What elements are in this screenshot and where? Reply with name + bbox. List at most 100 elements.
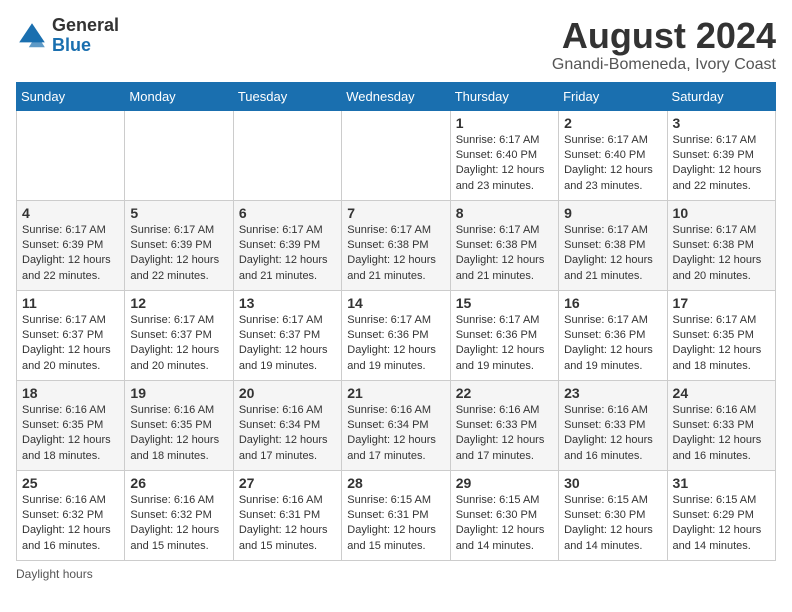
title-area: August 2024 Gnandi-Bomeneda, Ivory Coast xyxy=(552,16,776,74)
calendar-cell: 23 Sunrise: 6:16 AM Sunset: 6:33 PM Dayli… xyxy=(559,380,667,470)
day-info: Sunrise: 6:17 AM Sunset: 6:36 PM Dayligh… xyxy=(456,313,553,375)
day-info: Sunrise: 6:17 AM Sunset: 6:37 PM Dayligh… xyxy=(130,313,227,375)
day-info: Sunrise: 6:16 AM Sunset: 6:35 PM Dayligh… xyxy=(130,403,227,465)
calendar-cell: 25 Sunrise: 6:16 AM Sunset: 6:32 PM Dayli… xyxy=(17,470,125,560)
calendar-body: 1 Sunrise: 6:17 AM Sunset: 6:40 PM Daylig… xyxy=(17,110,776,560)
day-number: 7 xyxy=(347,205,444,221)
calendar-week-4: 25 Sunrise: 6:16 AM Sunset: 6:32 PM Dayli… xyxy=(17,470,776,560)
header-cell-friday: Friday xyxy=(559,82,667,110)
day-info: Sunrise: 6:15 AM Sunset: 6:29 PM Dayligh… xyxy=(673,493,770,555)
day-number: 24 xyxy=(673,385,770,401)
day-number: 23 xyxy=(564,385,661,401)
day-info: Sunrise: 6:15 AM Sunset: 6:30 PM Dayligh… xyxy=(456,493,553,555)
location-title: Gnandi-Bomeneda, Ivory Coast xyxy=(552,56,776,74)
calendar-cell: 3 Sunrise: 6:17 AM Sunset: 6:39 PM Daylig… xyxy=(667,110,775,200)
calendar-cell: 6 Sunrise: 6:17 AM Sunset: 6:39 PM Daylig… xyxy=(233,200,341,290)
day-number: 10 xyxy=(673,205,770,221)
day-number: 27 xyxy=(239,475,336,491)
day-info: Sunrise: 6:17 AM Sunset: 6:38 PM Dayligh… xyxy=(564,223,661,285)
day-number: 21 xyxy=(347,385,444,401)
day-number: 1 xyxy=(456,115,553,131)
day-info: Sunrise: 6:17 AM Sunset: 6:40 PM Dayligh… xyxy=(456,133,553,195)
calendar-cell: 26Sunrise: 6:16 AM Sunset: 6:32 PM Dayli… xyxy=(125,470,233,560)
day-info: Sunrise: 6:17 AM Sunset: 6:37 PM Dayligh… xyxy=(22,313,119,375)
day-number: 6 xyxy=(239,205,336,221)
day-number: 30 xyxy=(564,475,661,491)
day-info: Sunrise: 6:16 AM Sunset: 6:32 PM Dayligh… xyxy=(22,493,119,555)
calendar-cell: 12 Sunrise: 6:17 AM Sunset: 6:37 PM Dayli… xyxy=(125,290,233,380)
calendar-cell: 5Sunrise: 6:17 AM Sunset: 6:39 PM Daylig… xyxy=(125,200,233,290)
calendar-cell: 21 Sunrise: 6:16 AM Sunset: 6:34 PM Dayli… xyxy=(342,380,450,470)
calendar-cell: 19 Sunrise: 6:16 AM Sunset: 6:35 PM Dayli… xyxy=(125,380,233,470)
calendar-cell: 22Sunrise: 6:16 AM Sunset: 6:33 PM Dayli… xyxy=(450,380,558,470)
header-cell-tuesday: Tuesday xyxy=(233,82,341,110)
day-number: 25 xyxy=(22,475,119,491)
day-info: Sunrise: 6:16 AM Sunset: 6:34 PM Dayligh… xyxy=(239,403,336,465)
day-number: 2 xyxy=(564,115,661,131)
calendar-cell xyxy=(233,110,341,200)
calendar-cell: 24 Sunrise: 6:16 AM Sunset: 6:33 PM Dayli… xyxy=(667,380,775,470)
day-info: Sunrise: 6:17 AM Sunset: 6:39 PM Dayligh… xyxy=(239,223,336,285)
calendar-week-1: 4 Sunrise: 6:17 AM Sunset: 6:39 PM Daylig… xyxy=(17,200,776,290)
day-info: Sunrise: 6:16 AM Sunset: 6:33 PM Dayligh… xyxy=(673,403,770,465)
calendar-cell: 11 Sunrise: 6:17 AM Sunset: 6:37 PM Dayli… xyxy=(17,290,125,380)
calendar-cell: 30 Sunrise: 6:15 AM Sunset: 6:30 PM Dayli… xyxy=(559,470,667,560)
day-info: Sunrise: 6:17 AM Sunset: 6:39 PM Dayligh… xyxy=(673,133,770,195)
day-number: 13 xyxy=(239,295,336,311)
day-number: 3 xyxy=(673,115,770,131)
day-info: Sunrise: 6:16 AM Sunset: 6:34 PM Dayligh… xyxy=(347,403,444,465)
calendar-table: SundayMondayTuesdayWednesdayThursdayFrid… xyxy=(16,82,776,561)
day-number: 11 xyxy=(22,295,119,311)
day-number: 29 xyxy=(456,475,553,491)
header: General Blue August 2024 Gnandi-Bomeneda… xyxy=(16,16,776,74)
calendar-cell: 17 Sunrise: 6:17 AM Sunset: 6:35 PM Dayli… xyxy=(667,290,775,380)
calendar-cell: 20 Sunrise: 6:16 AM Sunset: 6:34 PM Dayli… xyxy=(233,380,341,470)
header-cell-wednesday: Wednesday xyxy=(342,82,450,110)
day-info: Sunrise: 6:17 AM Sunset: 6:38 PM Dayligh… xyxy=(456,223,553,285)
calendar-cell: 28Sunrise: 6:15 AM Sunset: 6:31 PM Dayli… xyxy=(342,470,450,560)
day-info: Sunrise: 6:17 AM Sunset: 6:38 PM Dayligh… xyxy=(347,223,444,285)
calendar-cell xyxy=(342,110,450,200)
calendar-week-3: 18Sunrise: 6:16 AM Sunset: 6:35 PM Dayli… xyxy=(17,380,776,470)
day-number: 16 xyxy=(564,295,661,311)
month-title: August 2024 xyxy=(552,16,776,56)
footer-note-text: Daylight hours xyxy=(16,567,93,581)
calendar-header-row: SundayMondayTuesdayWednesdayThursdayFrid… xyxy=(17,82,776,110)
logo: General Blue xyxy=(16,16,119,56)
calendar-cell: 14 Sunrise: 6:17 AM Sunset: 6:36 PM Dayli… xyxy=(342,290,450,380)
day-info: Sunrise: 6:17 AM Sunset: 6:36 PM Dayligh… xyxy=(564,313,661,375)
calendar-cell: 18Sunrise: 6:16 AM Sunset: 6:35 PM Dayli… xyxy=(17,380,125,470)
day-number: 28 xyxy=(347,475,444,491)
calendar-cell: 27Sunrise: 6:16 AM Sunset: 6:31 PM Dayli… xyxy=(233,470,341,560)
calendar-cell: 8Sunrise: 6:17 AM Sunset: 6:38 PM Daylig… xyxy=(450,200,558,290)
day-info: Sunrise: 6:17 AM Sunset: 6:36 PM Dayligh… xyxy=(347,313,444,375)
calendar-week-0: 1 Sunrise: 6:17 AM Sunset: 6:40 PM Daylig… xyxy=(17,110,776,200)
day-info: Sunrise: 6:17 AM Sunset: 6:35 PM Dayligh… xyxy=(673,313,770,375)
calendar-cell xyxy=(17,110,125,200)
day-number: 4 xyxy=(22,205,119,221)
day-number: 9 xyxy=(564,205,661,221)
day-number: 12 xyxy=(130,295,227,311)
calendar-cell: 10 Sunrise: 6:17 AM Sunset: 6:38 PM Dayli… xyxy=(667,200,775,290)
header-cell-monday: Monday xyxy=(125,82,233,110)
day-info: Sunrise: 6:17 AM Sunset: 6:39 PM Dayligh… xyxy=(22,223,119,285)
day-number: 19 xyxy=(130,385,227,401)
day-info: Sunrise: 6:15 AM Sunset: 6:30 PM Dayligh… xyxy=(564,493,661,555)
day-number: 14 xyxy=(347,295,444,311)
calendar-cell: 2Sunrise: 6:17 AM Sunset: 6:40 PM Daylig… xyxy=(559,110,667,200)
calendar-cell: 7 Sunrise: 6:17 AM Sunset: 6:38 PM Daylig… xyxy=(342,200,450,290)
day-info: Sunrise: 6:16 AM Sunset: 6:33 PM Dayligh… xyxy=(564,403,661,465)
day-number: 26 xyxy=(130,475,227,491)
calendar-cell: 1 Sunrise: 6:17 AM Sunset: 6:40 PM Daylig… xyxy=(450,110,558,200)
header-cell-sunday: Sunday xyxy=(17,82,125,110)
day-info: Sunrise: 6:17 AM Sunset: 6:38 PM Dayligh… xyxy=(673,223,770,285)
day-info: Sunrise: 6:17 AM Sunset: 6:37 PM Dayligh… xyxy=(239,313,336,375)
day-number: 17 xyxy=(673,295,770,311)
day-number: 20 xyxy=(239,385,336,401)
calendar-cell: 31Sunrise: 6:15 AM Sunset: 6:29 PM Dayli… xyxy=(667,470,775,560)
calendar-cell xyxy=(125,110,233,200)
logo-icon xyxy=(16,20,48,52)
calendar-cell: 4 Sunrise: 6:17 AM Sunset: 6:39 PM Daylig… xyxy=(17,200,125,290)
logo-blue: Blue xyxy=(52,35,91,55)
header-cell-saturday: Saturday xyxy=(667,82,775,110)
